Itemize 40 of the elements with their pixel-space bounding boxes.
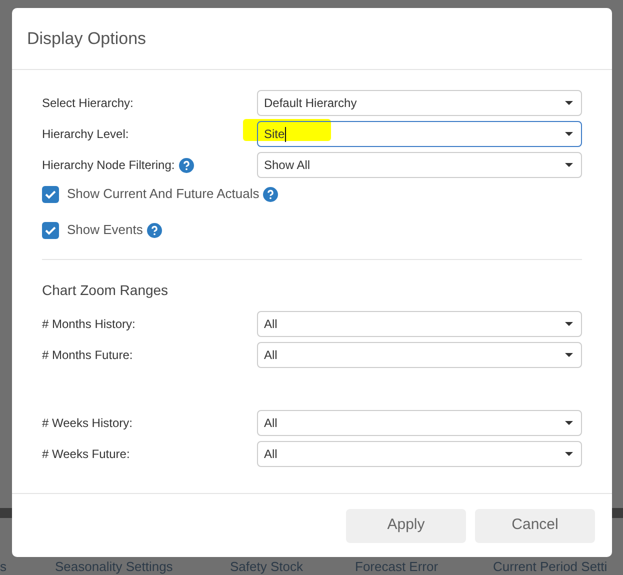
checkbox-label: Show Events [67, 221, 143, 240]
background-tab-label: Safety Stock [230, 558, 303, 575]
dialog-title: Display Options [27, 28, 146, 50]
caret-icon [565, 421, 573, 425]
caret-icon [565, 452, 573, 456]
help-icon[interactable] [146, 222, 162, 238]
field-label: Hierarchy Node Filtering: [42, 157, 175, 174]
background-tab-label: Current Period Setti [493, 558, 608, 575]
caret-icon [565, 163, 573, 167]
dropdown[interactable]: Default Hierarchy [257, 90, 582, 116]
dropdown[interactable]: All [257, 441, 582, 467]
dropdown[interactable]: Site [257, 121, 582, 147]
help-icon[interactable] [178, 158, 194, 172]
check-icon [45, 226, 56, 234]
dialog-button[interactable]: Apply [346, 508, 466, 542]
checkbox[interactable] [42, 186, 59, 202]
field-label: # Weeks History: [42, 415, 132, 432]
caret-icon [565, 132, 573, 136]
field-label: # Months Future: [42, 347, 133, 364]
caret-icon [565, 353, 573, 357]
field-label: Select Hierarchy: [42, 95, 134, 112]
background-tab-label: Forecast Error [355, 558, 438, 575]
dropdown[interactable]: All [257, 342, 582, 368]
check-icon [45, 190, 56, 198]
checkbox-label: Show Current And Future Actuals [67, 185, 260, 204]
caret-icon [565, 101, 573, 105]
dialog-button[interactable]: Cancel [475, 508, 595, 542]
dropdown[interactable]: Show All [257, 152, 582, 178]
field-label: # Weeks Future: [42, 446, 130, 463]
dropdown[interactable]: All [257, 311, 582, 337]
background-tab-label: s [0, 558, 6, 575]
checkbox[interactable] [42, 222, 59, 238]
help-icon[interactable] [263, 186, 278, 202]
section-title: Chart Zoom Ranges [42, 281, 170, 300]
background-tab-label: Seasonality Settings [55, 558, 173, 575]
field-label: # Months History: [42, 316, 136, 333]
field-label: Hierarchy Level: [42, 126, 129, 143]
dropdown[interactable]: All [257, 410, 582, 436]
text-cursor [285, 127, 286, 142]
caret-icon [565, 322, 573, 326]
